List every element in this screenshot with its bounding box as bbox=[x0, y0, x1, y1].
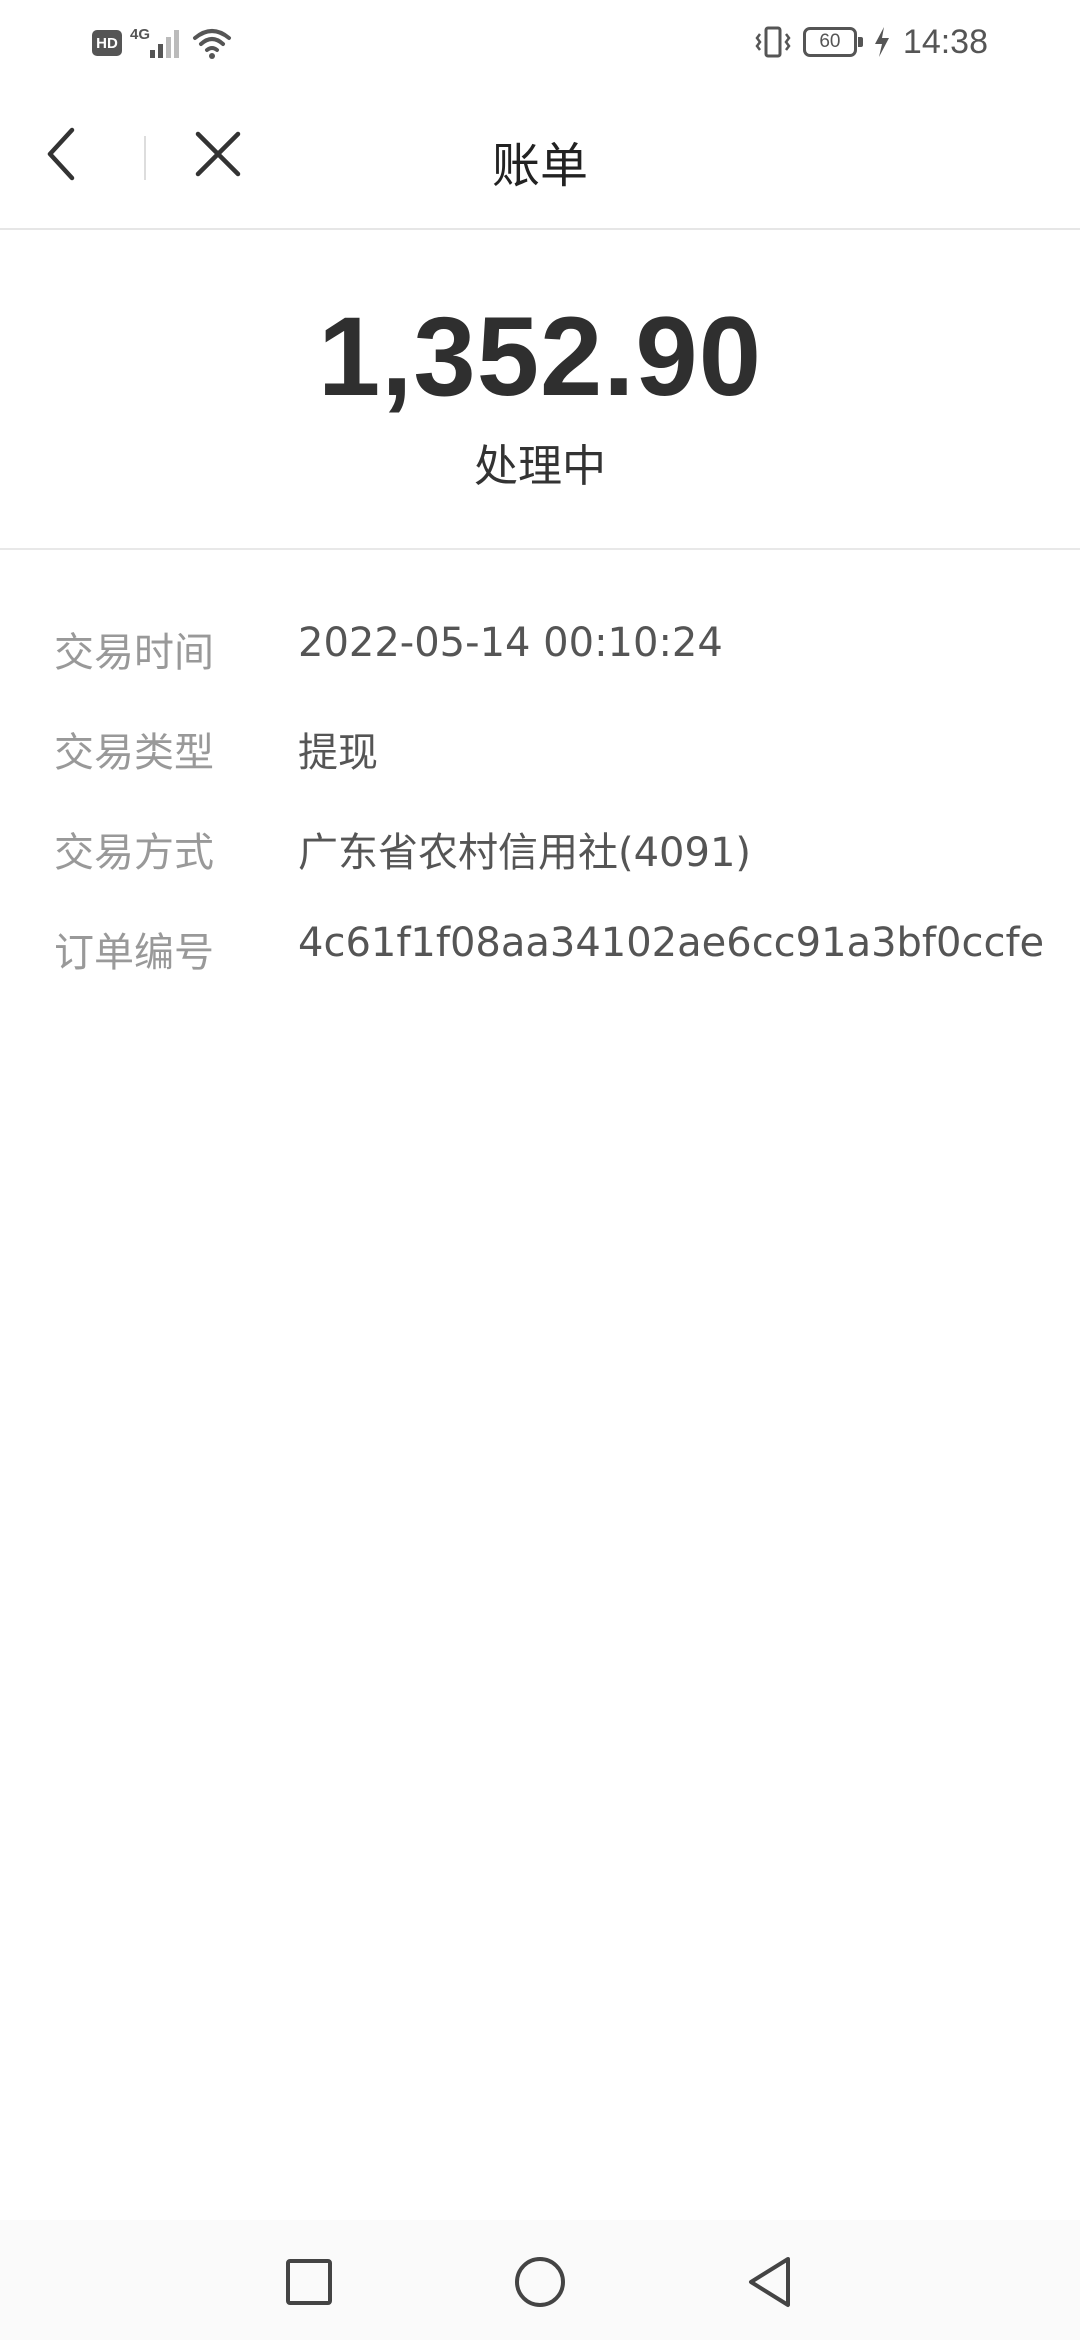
detail-label: 交易方式 bbox=[54, 830, 214, 876]
transaction-details: 交易时间 2022-05-14 00:10:24 交易类型 提现 交易方式 广东… bbox=[0, 600, 1080, 1000]
detail-label: 订单编号 bbox=[54, 930, 214, 976]
clock: 14:38 bbox=[902, 22, 988, 61]
signal-icon bbox=[150, 30, 180, 58]
vibrate-icon bbox=[755, 26, 791, 58]
status-bar: HD 4G 60 14:38 bbox=[0, 0, 1080, 86]
charging-icon bbox=[874, 27, 889, 57]
triangle-back-icon bbox=[749, 2257, 790, 2307]
recents-button[interactable] bbox=[277, 2250, 341, 2314]
detail-value: 广东省农村信用社(4091) bbox=[298, 830, 752, 876]
amount-section: 1,352.90 处理中 bbox=[0, 230, 1080, 550]
detail-row-method: 交易方式 广东省农村信用社(4091) bbox=[0, 800, 1080, 900]
battery-indicator: 60 bbox=[802, 27, 863, 57]
detail-row-time: 交易时间 2022-05-14 00:10:24 bbox=[0, 600, 1080, 700]
detail-value: 2022-05-14 00:10:24 bbox=[298, 620, 723, 666]
detail-value[interactable]: 4c61f1f08aa34102ae6cc91a3bf0ccfe bbox=[298, 920, 1044, 966]
title-bar: 账单 bbox=[0, 86, 1080, 230]
bill-amount: 1,352.90 bbox=[318, 294, 762, 419]
system-back-button[interactable] bbox=[738, 2250, 802, 2314]
status-bar-right: 60 14:38 bbox=[753, 20, 988, 64]
detail-label: 交易时间 bbox=[54, 630, 214, 676]
status-bar-left: HD 4G bbox=[92, 24, 232, 62]
detail-row-order-id: 订单编号 4c61f1f08aa34102ae6cc91a3bf0ccfe bbox=[0, 900, 1080, 1000]
home-button[interactable] bbox=[508, 2250, 572, 2314]
system-nav-bar bbox=[0, 2220, 1080, 2340]
page-title: 账单 bbox=[491, 138, 588, 194]
hd-badge: HD bbox=[92, 30, 122, 56]
detail-label: 交易类型 bbox=[54, 730, 214, 776]
detail-value: 提现 bbox=[298, 730, 378, 776]
network-type: 4G bbox=[130, 25, 151, 43]
circle-icon bbox=[515, 2257, 565, 2307]
status-text: 处理中 bbox=[474, 441, 606, 492]
wifi-icon bbox=[193, 29, 232, 59]
detail-row-type: 交易类型 提现 bbox=[0, 700, 1080, 800]
square-icon bbox=[286, 2259, 332, 2305]
